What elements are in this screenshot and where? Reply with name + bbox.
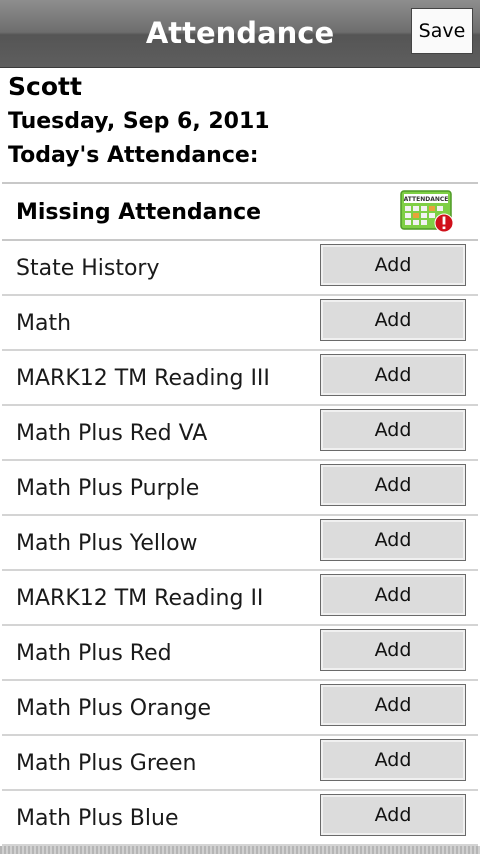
add-attendance-button[interactable]: Add xyxy=(320,354,466,396)
add-attendance-button[interactable]: Add xyxy=(320,684,466,726)
list-item: Math Plus Orange Add xyxy=(2,681,478,736)
list-item: Math Add xyxy=(2,296,478,351)
list-item: Math Plus Red Add xyxy=(2,626,478,681)
course-name: Math xyxy=(16,311,72,336)
todays-attendance-label: Today's Attendance: xyxy=(8,143,259,168)
add-attendance-button[interactable]: Add xyxy=(320,794,466,836)
add-attendance-button[interactable]: Add xyxy=(320,574,466,616)
add-attendance-button[interactable]: Add xyxy=(320,519,466,561)
course-name: Math Plus Purple xyxy=(16,476,200,501)
list-item: State History Add xyxy=(2,241,478,296)
section-title: Missing Attendance xyxy=(16,200,262,225)
list-item: Math Plus Green Add xyxy=(2,736,478,791)
add-attendance-button[interactable]: Add xyxy=(320,244,466,286)
course-list: State History Add Math Add MARK12 TM Reading… xyxy=(2,241,478,846)
course-name: Math Plus Green xyxy=(16,751,197,776)
course-name: Math Plus Blue xyxy=(16,806,179,831)
list-item: MARK12 TM Reading III Add xyxy=(2,351,478,406)
add-attendance-button[interactable]: Add xyxy=(320,739,466,781)
add-attendance-button[interactable]: Add xyxy=(320,409,466,451)
missing-attendance-header: Missing Attendance ATTENDANCE xyxy=(2,184,478,241)
attendance-icon-text: ATTENDANCE xyxy=(404,196,449,203)
bottom-edge xyxy=(0,846,480,854)
course-name: Math Plus Red VA xyxy=(16,421,208,446)
add-attendance-button[interactable]: Add xyxy=(320,464,466,506)
add-attendance-button[interactable]: Add xyxy=(320,629,466,671)
course-name: MARK12 TM Reading III xyxy=(16,366,270,391)
page-title: Attendance xyxy=(145,16,335,50)
attendance-date: Tuesday, Sep 6, 2011 xyxy=(8,109,270,134)
list-item: MARK12 TM Reading II Add xyxy=(2,571,478,626)
course-name: Math Plus Orange xyxy=(16,696,212,721)
attendance-alert-icon: ATTENDANCE xyxy=(400,190,454,232)
course-name: Math Plus Yellow xyxy=(16,531,198,556)
course-name: State History xyxy=(16,256,160,281)
course-name: Math Plus Red xyxy=(16,641,172,666)
list-item: Math Plus Blue Add xyxy=(2,791,478,846)
title-bar: Attendance Save xyxy=(0,0,480,68)
student-name: Scott xyxy=(8,72,82,101)
save-button[interactable]: Save xyxy=(411,8,473,54)
course-name: MARK12 TM Reading II xyxy=(16,586,264,611)
list-item: Math Plus Red VA Add xyxy=(2,406,478,461)
add-attendance-button[interactable]: Add xyxy=(320,299,466,341)
list-item: Math Plus Yellow Add xyxy=(2,516,478,571)
list-item: Math Plus Purple Add xyxy=(2,461,478,516)
